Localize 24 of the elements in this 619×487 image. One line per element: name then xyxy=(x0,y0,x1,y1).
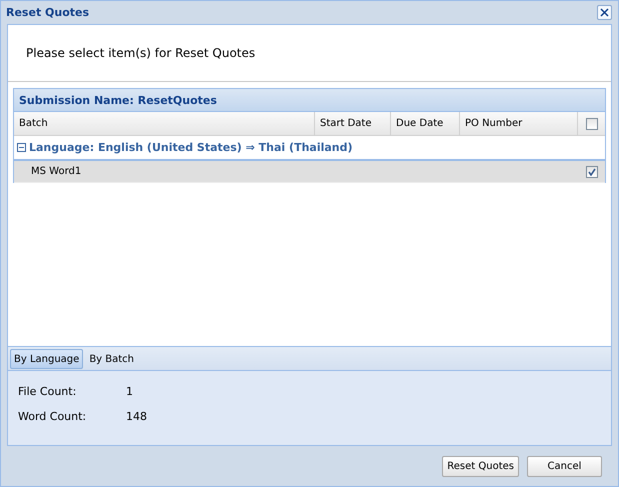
cancel-button[interactable]: Cancel xyxy=(527,456,602,476)
close-icon xyxy=(600,8,609,17)
instruction-text: Please select item(s) for Reset Quotes xyxy=(26,46,256,60)
column-header[interactable]: Start Date xyxy=(315,112,391,135)
checkmark-icon xyxy=(588,168,596,176)
window-title: Reset Quotes xyxy=(6,6,90,19)
close-button[interactable] xyxy=(597,5,612,20)
select-all-checkbox[interactable] xyxy=(586,118,598,130)
grid-title: Submission Name: ResetQuotes xyxy=(14,88,605,112)
reset-quotes-button[interactable]: Reset Quotes xyxy=(442,456,519,476)
table-cell-text: MS Word1 xyxy=(30,165,82,179)
column-header[interactable]: PO Number xyxy=(460,112,578,135)
row-checkbox[interactable] xyxy=(586,166,598,178)
group-header: Language: English (United States) ⇒ Thai (Thailand) xyxy=(29,141,353,154)
column-header[interactable]: Due Date xyxy=(391,112,460,135)
stat-label: File Count: xyxy=(18,385,78,398)
tab[interactable]: By Batch xyxy=(85,349,138,369)
tab[interactable]: By Language xyxy=(10,349,84,369)
collapse-icon[interactable] xyxy=(17,143,26,152)
stat-value: 148 xyxy=(126,410,148,423)
table-row[interactable]: MS Word1 xyxy=(14,161,605,183)
stat-value: 1 xyxy=(126,385,134,398)
stat-label: Word Count: xyxy=(18,410,88,423)
column-header[interactable]: Batch xyxy=(14,112,315,135)
